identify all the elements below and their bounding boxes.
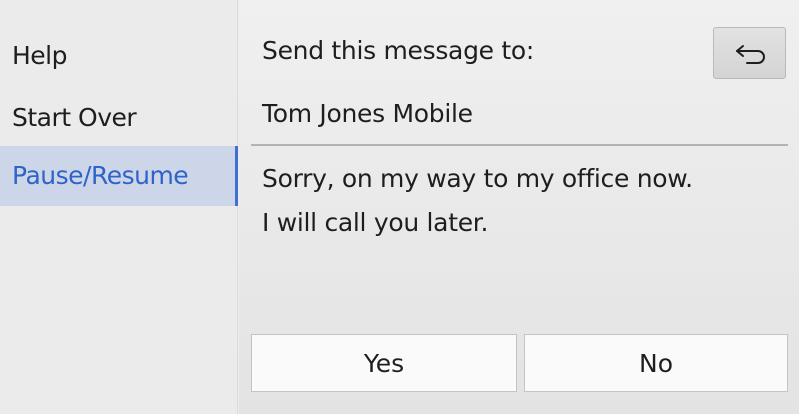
sidebar-item-help[interactable]: Help [0, 26, 238, 86]
return-arrow-icon [736, 45, 765, 64]
yes-button[interactable]: Yes [251, 334, 517, 392]
send-prompt-label: Send this message to: [262, 36, 534, 65]
no-button[interactable]: No [524, 334, 788, 392]
divider [251, 144, 788, 146]
sidebar: Help Start Over Pause/Resume [0, 0, 238, 414]
sidebar-item-pause-resume[interactable]: Pause/Resume [0, 146, 238, 206]
recipient-name: Tom Jones Mobile [262, 99, 473, 128]
sidebar-item-start-over[interactable]: Start Over [0, 88, 238, 148]
message-line-1: Sorry, on my way to my office now. [262, 164, 693, 193]
message-panel: Send this message to: Tom Jones Mobile S… [239, 0, 799, 414]
back-button[interactable] [713, 27, 786, 79]
message-line-2: I will call you later. [262, 208, 489, 237]
